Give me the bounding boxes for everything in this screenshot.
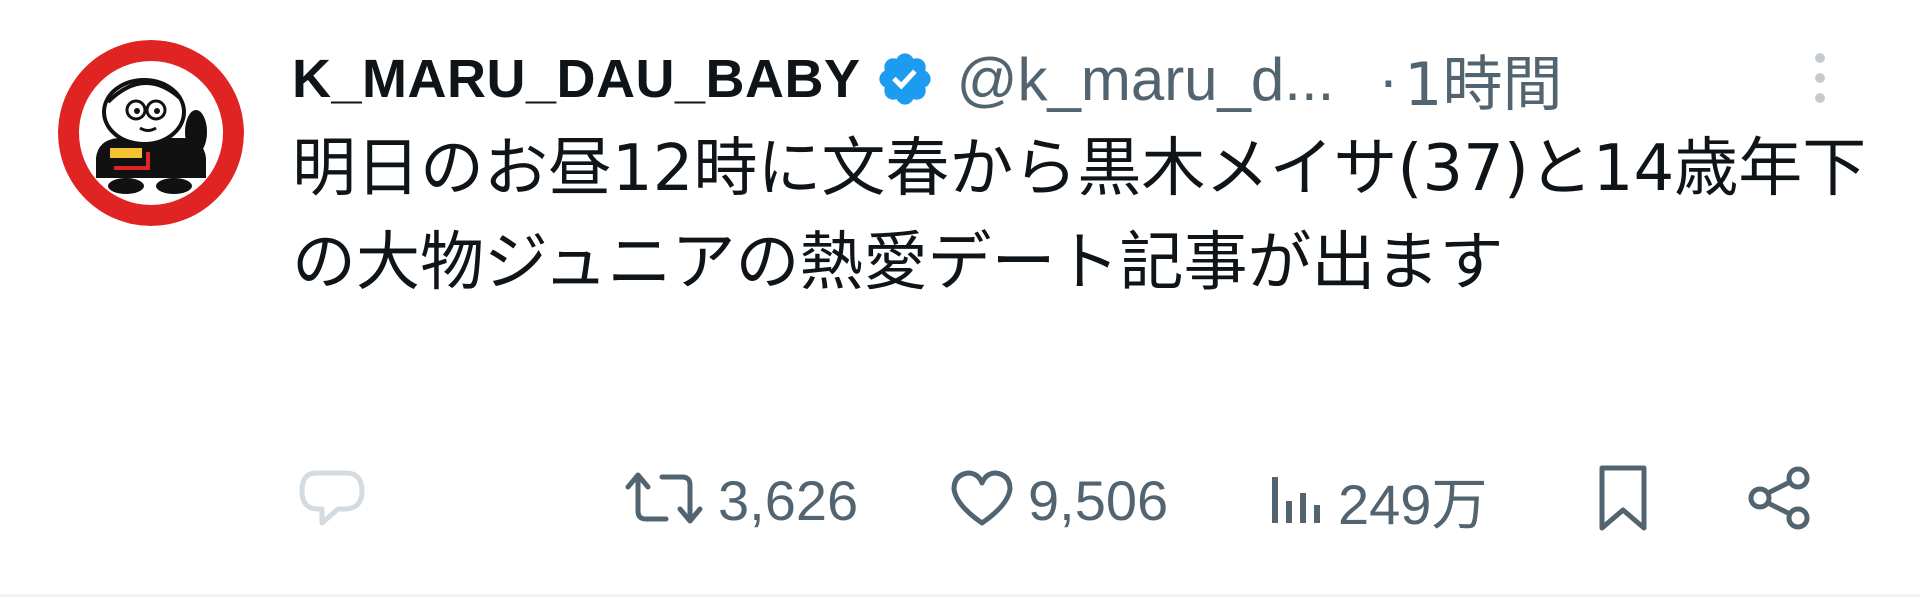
retweet-count: 3,626 (718, 468, 859, 532)
timestamp[interactable]: 1時間 (1404, 36, 1562, 123)
share-button[interactable] (1744, 460, 1816, 540)
share-icon (1744, 464, 1816, 536)
like-button[interactable]: 9,506 (948, 460, 1168, 540)
avatar[interactable] (58, 40, 244, 226)
bookmark-icon (1592, 462, 1654, 538)
views-icon (1266, 467, 1326, 533)
views-button[interactable]: 249万 (1266, 460, 1487, 540)
verified-badge-icon (875, 49, 935, 109)
display-name[interactable]: K_MARU_DAU_BABY (292, 48, 861, 110)
handle[interactable]: @k_maru_d... (957, 45, 1335, 114)
tweet-header: K_MARU_DAU_BABY @k_maru_d... · 1時間 (292, 38, 1852, 120)
divider (0, 594, 1920, 597)
retweet-button[interactable]: 3,626 (622, 460, 858, 540)
reply-button[interactable] (296, 460, 368, 540)
more-icon[interactable] (1802, 48, 1838, 108)
views-count: 249万 (1338, 472, 1488, 536)
bookmark-button[interactable] (1592, 460, 1654, 540)
separator-dot: · (1378, 45, 1399, 113)
like-icon (948, 467, 1016, 533)
action-bar: 3,626 9,506 249万 (0, 460, 1920, 540)
like-count: 9,506 (1028, 468, 1169, 532)
reply-icon (296, 465, 368, 535)
tweet[interactable]: K_MARU_DAU_BABY @k_maru_d... · 1時間 明日のお昼… (0, 0, 1920, 597)
tweet-text: 明日のお昼12時に文春から黒木メイサ(37)と14歳年下の大物ジュニアの熱愛デー… (292, 132, 1867, 300)
retweet-icon (622, 467, 706, 533)
